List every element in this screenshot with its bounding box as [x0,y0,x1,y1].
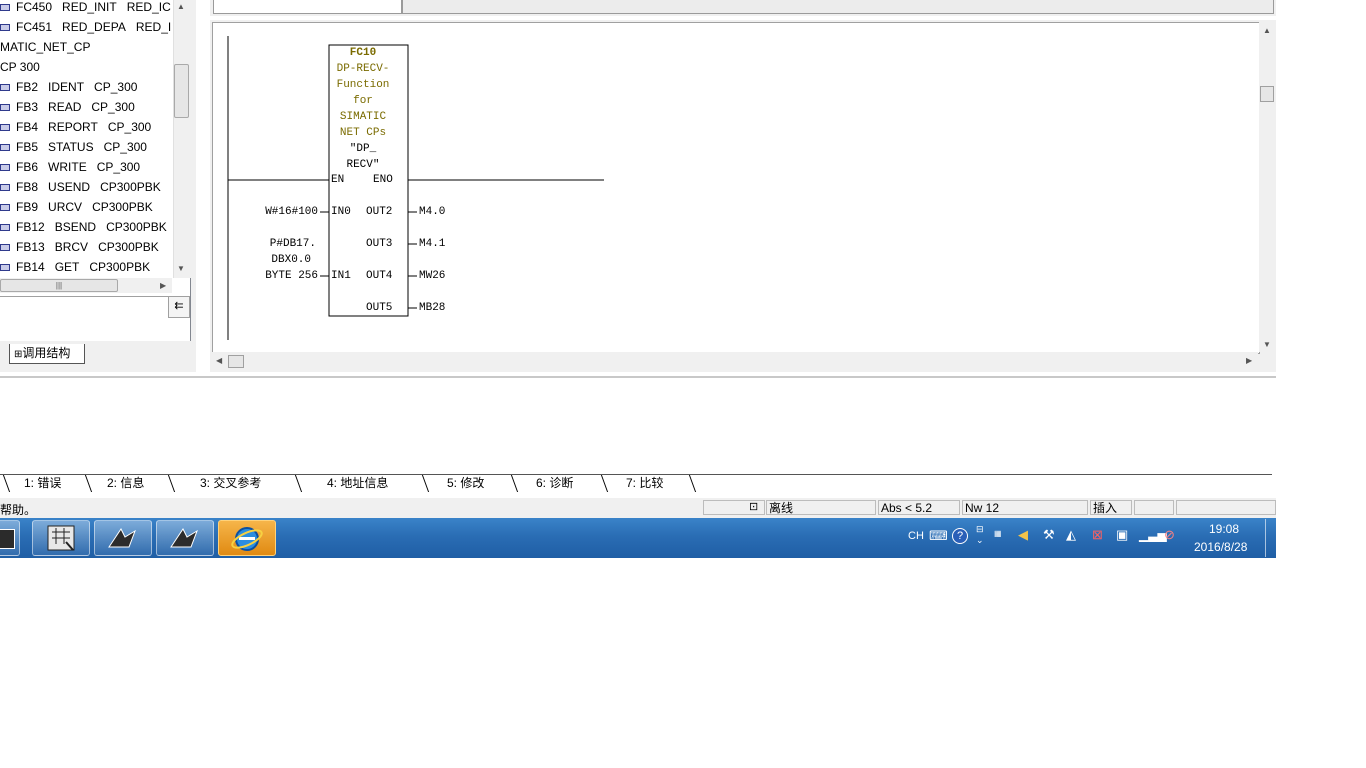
tab-modify[interactable]: 5: 修改 [447,475,484,492]
block-name: FC10 [349,47,377,59]
out3-parameter[interactable]: M4.1 [419,238,445,250]
help-icon[interactable]: ? [952,528,968,544]
signal-icon[interactable]: ▁▃▅ [1139,528,1167,542]
block-description-line: DP-RECV- [336,63,390,75]
in1-parameter-line[interactable]: BYTE 256 [240,270,318,282]
tab-address-info[interactable]: 4: 地址信息 [327,475,388,492]
taskbar-app-button[interactable] [0,520,20,556]
status-version: Abs < 5.2 [878,500,960,515]
pin-out2[interactable]: OUT2 [366,206,392,218]
block-description-line: SIMATIC [339,111,387,123]
taskbar-app-button[interactable] [156,520,214,556]
pin-eno[interactable]: ENO [373,174,393,186]
pin-in0[interactable]: IN0 [331,206,351,218]
ladder-editor-app-icon [47,525,75,551]
tools-icon[interactable]: ⚒ [1043,527,1055,543]
clock-date[interactable]: 2016/8/28 [1194,540,1247,554]
simatic-manager-icon [108,528,136,548]
network-error-icon[interactable]: ⊠ [1092,527,1103,543]
in1-parameter-line[interactable]: P#DB17. [240,238,316,250]
out5-parameter[interactable]: MB28 [419,302,445,314]
volume-icon[interactable]: ◀ [1018,527,1028,543]
status-help-text: 帮助。 [0,503,37,517]
internet-explorer-icon [231,527,263,551]
block-symbol-line: RECV" [346,159,380,171]
status-insert-mode: 插入 [1090,500,1132,515]
ime-icon[interactable]: ▦ [994,529,1002,538]
tab-info[interactable]: 2: 信息 [107,475,144,492]
block-symbol-line: "DP_ [349,143,377,155]
status-network: Nw 12 [962,500,1088,515]
tab-compare[interactable]: 7: 比较 [626,475,663,492]
status-field-empty [1134,500,1174,515]
pin-out3[interactable]: OUT3 [366,238,392,250]
network-icon: ⊡ [749,501,759,513]
keyboard-icon[interactable]: ⌨ [929,528,948,544]
show-desktop-button[interactable] [1265,519,1276,557]
in0-parameter[interactable]: W#16#100 [240,206,318,218]
mute-icon[interactable]: ⊘ [1164,527,1175,543]
tab-cross-reference[interactable]: 3: 交叉参考 [200,475,261,492]
pin-out4[interactable]: OUT4 [366,270,392,282]
out2-parameter[interactable]: M4.0 [419,206,445,218]
simatic-tray-icon[interactable]: ◭ [1066,527,1076,543]
device-icon[interactable]: ▣ [1116,527,1128,543]
block-description-line: NET CPs [339,127,387,139]
tab-errors[interactable]: 1: 错误 [24,475,61,492]
input-language-indicator[interactable]: CH [908,530,924,542]
block-description-line: Function [336,79,390,91]
pin-in1[interactable]: IN1 [331,270,351,282]
simatic-manager-icon [170,528,198,548]
pin-en[interactable]: EN [331,174,344,186]
status-mode: 离线 [766,500,876,515]
in1-parameter-line[interactable]: DBX0.0 [240,254,311,266]
taskbar-app-button[interactable] [32,520,90,556]
app-icon [0,529,15,549]
tab-diagnostics[interactable]: 6: 诊断 [536,475,573,492]
clock-time[interactable]: 19:08 [1209,522,1239,536]
options-icon[interactable]: ⊟ ⌄ [976,524,984,546]
taskbar-app-button[interactable] [218,520,276,556]
pin-out5[interactable]: OUT5 [366,302,392,314]
out4-parameter[interactable]: MW26 [419,270,445,282]
taskbar-app-button[interactable] [94,520,152,556]
status-field-empty [1176,500,1276,515]
block-description-line: for [353,95,373,107]
